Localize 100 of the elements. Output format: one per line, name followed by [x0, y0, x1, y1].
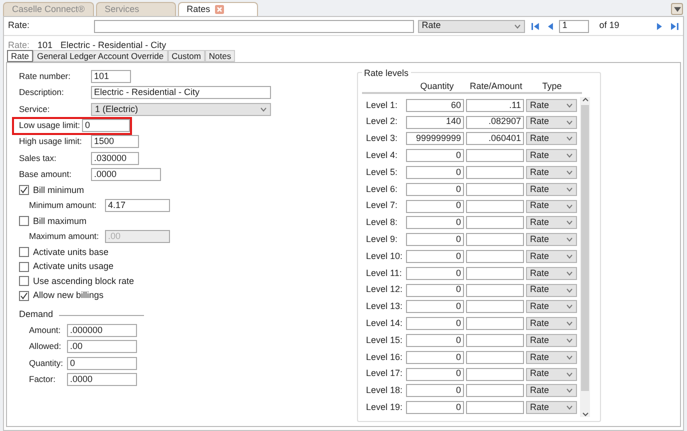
input-field[interactable]: 0 — [82, 119, 130, 132]
input-field[interactable]: .0000 — [67, 373, 137, 386]
input-field[interactable]: Electric - Residential - City — [91, 86, 271, 100]
input-field[interactable]: .0000 — [91, 168, 161, 182]
type-select[interactable]: Rate — [526, 98, 577, 112]
type-select[interactable]: Rate — [526, 368, 577, 381]
quantity-field[interactable]: 0 — [406, 149, 464, 162]
scroll-down-icon[interactable] — [582, 411, 588, 417]
input-field[interactable]: 101 — [91, 70, 131, 83]
quantity-field[interactable]: 60 — [406, 98, 464, 112]
chevron-down-icon — [566, 254, 573, 260]
rate-field[interactable] — [466, 368, 524, 381]
checkbox[interactable] — [19, 216, 29, 226]
rate-field[interactable]: .082907 — [466, 116, 524, 129]
input-field[interactable]: 4.17 — [105, 199, 170, 212]
rate-field[interactable]: .11 — [466, 98, 524, 112]
type-select[interactable]: Rate — [526, 284, 577, 297]
quantity-field[interactable]: 0 — [406, 401, 464, 414]
service-select[interactable]: 1 (Electric) — [91, 102, 271, 116]
quantity-field[interactable]: 140 — [406, 116, 464, 129]
rate-field[interactable]: .060401 — [466, 132, 524, 146]
rate-field[interactable] — [466, 266, 524, 280]
quantity-field[interactable]: 0 — [406, 368, 464, 381]
previous-page-icon[interactable] — [546, 22, 556, 30]
type-select[interactable]: Rate — [526, 149, 577, 162]
rate-field[interactable] — [466, 317, 524, 330]
quantity-field[interactable]: 0 — [406, 182, 464, 196]
type-select[interactable]: Rate — [526, 317, 577, 330]
chevron-down-icon — [566, 388, 573, 394]
rate-field[interactable] — [466, 384, 524, 398]
type-select[interactable]: Rate — [526, 116, 577, 129]
quantity-field[interactable]: 0 — [406, 284, 464, 297]
scroll-up-icon[interactable] — [582, 97, 588, 103]
row-label: Level 14: — [365, 317, 404, 330]
chevron-down-icon — [566, 102, 573, 108]
rate-field[interactable] — [466, 284, 524, 297]
quantity-field[interactable]: 0 — [406, 233, 464, 246]
input-field[interactable]: .000000 — [67, 324, 137, 337]
quantity-field[interactable]: 0 — [406, 334, 464, 348]
dropdown-button[interactable] — [671, 3, 683, 15]
tab[interactable]: Custom — [168, 50, 205, 62]
quantity-field[interactable]: 0 — [406, 350, 464, 364]
quantity-field[interactable]: 0 — [406, 266, 464, 280]
column-header: Rate/Amount — [468, 80, 524, 93]
type-select[interactable]: Rate — [526, 250, 577, 264]
type-select[interactable]: Rate — [526, 401, 577, 414]
page-field[interactable]: 1 — [559, 20, 590, 32]
scrollbar[interactable] — [580, 97, 590, 417]
lookup-select[interactable]: Rate — [418, 20, 525, 32]
row-label: Level 16: — [365, 350, 404, 364]
type-select[interactable]: Rate — [526, 334, 577, 348]
chevron-down-icon — [566, 405, 573, 410]
type-select[interactable]: Rate — [526, 300, 577, 314]
type-select[interactable]: Rate — [526, 132, 577, 146]
type-select[interactable]: Rate — [526, 350, 577, 364]
quantity-field[interactable]: 0 — [406, 300, 464, 314]
rate-field[interactable] — [466, 166, 524, 180]
rate-field[interactable] — [466, 216, 524, 230]
rate-field[interactable] — [466, 149, 524, 162]
type-select[interactable]: Rate — [526, 200, 577, 213]
search-field[interactable] — [94, 20, 414, 32]
close-icon[interactable] — [215, 5, 224, 14]
type-select[interactable]: Rate — [526, 266, 577, 280]
rate-field[interactable] — [466, 401, 524, 414]
quantity-field[interactable]: 0 — [406, 200, 464, 213]
rate-field[interactable] — [466, 300, 524, 314]
last-page-icon[interactable] — [670, 22, 679, 30]
rate-field[interactable] — [466, 233, 524, 246]
type-select[interactable]: Rate — [526, 166, 577, 180]
input-field[interactable]: .030000 — [91, 152, 139, 165]
type-select[interactable]: Rate — [526, 216, 577, 230]
quantity-field[interactable]: 0 — [406, 250, 464, 264]
type-select[interactable]: Rate — [526, 182, 577, 196]
tab[interactable]: General Ledger Account Override — [32, 50, 168, 62]
next-page-icon[interactable] — [654, 22, 664, 30]
rate-field[interactable] — [466, 200, 524, 213]
quantity-field[interactable]: 999999999 — [406, 132, 464, 146]
input-field[interactable]: 0 — [67, 356, 137, 370]
checkbox[interactable] — [19, 247, 29, 258]
tab[interactable]: Notes — [204, 50, 236, 62]
rate-field[interactable] — [466, 350, 524, 364]
tab[interactable]: Rate — [7, 50, 33, 62]
input-field[interactable]: .00 — [67, 340, 137, 354]
type-select[interactable]: Rate — [526, 384, 577, 398]
document-tab[interactable]: Rates — [178, 2, 258, 16]
checkbox[interactable] — [19, 290, 29, 301]
quantity-field[interactable]: 0 — [406, 216, 464, 230]
quantity-field[interactable]: 0 — [406, 384, 464, 398]
rate-field[interactable] — [466, 250, 524, 264]
first-page-icon[interactable] — [531, 22, 540, 30]
rate-field[interactable] — [466, 334, 524, 348]
checkbox[interactable] — [19, 276, 29, 286]
checkbox[interactable] — [19, 262, 29, 272]
type-select[interactable]: Rate — [526, 233, 577, 246]
quantity-field[interactable]: 0 — [406, 317, 464, 330]
checkbox[interactable] — [19, 185, 29, 196]
input-field[interactable]: 1500 — [91, 135, 139, 148]
quantity-field[interactable]: 0 — [406, 166, 464, 180]
rate-field[interactable] — [466, 182, 524, 196]
row-label: Level 15: — [365, 334, 404, 347]
